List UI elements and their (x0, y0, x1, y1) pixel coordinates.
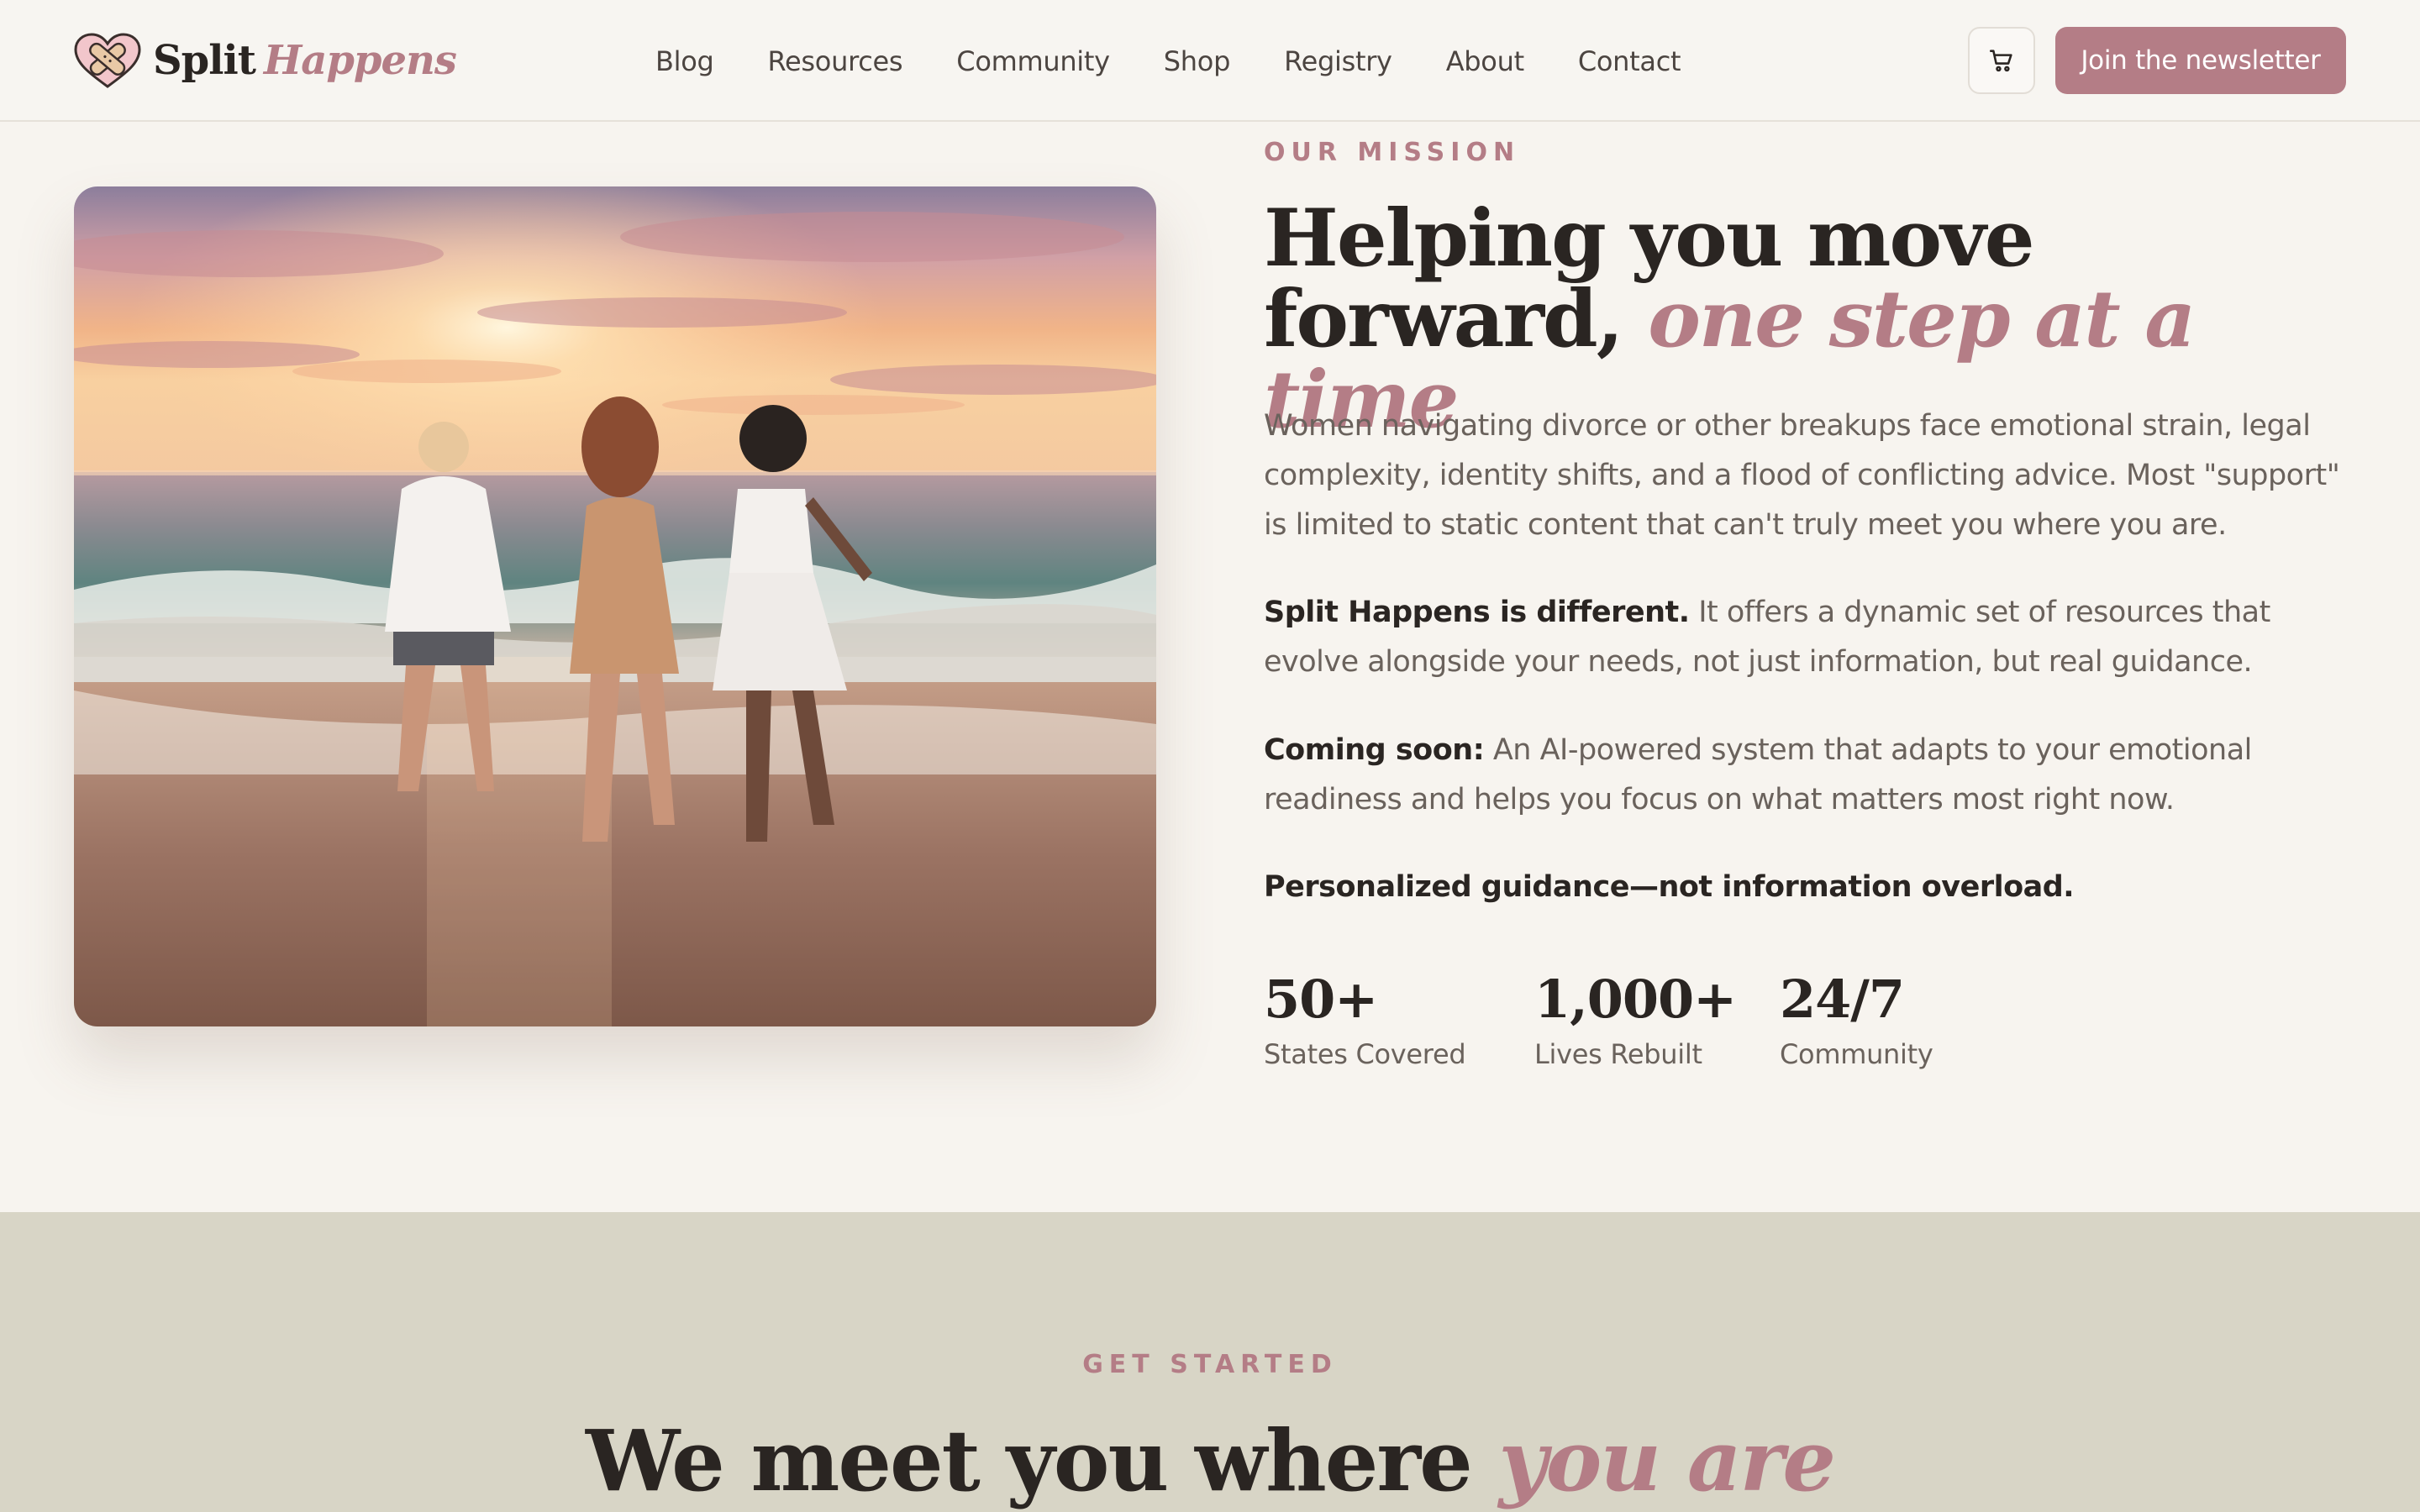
site-header: Split Happens Blog Resources Community Sh… (0, 0, 2420, 122)
stat-label: States Covered (1264, 1038, 1466, 1070)
nav-shop[interactable]: Shop (1164, 45, 1231, 77)
stat-value: 24/7 (1780, 969, 1905, 1030)
get-started-title-text: We meet you where (586, 1411, 1473, 1510)
stat-value: 50+ (1264, 969, 1378, 1030)
get-started-section: GET STARTED We meet you where you are (0, 1212, 2420, 1512)
nav-blog[interactable]: Blog (655, 45, 714, 77)
stat-value: 1,000+ (1534, 969, 1737, 1030)
cart-button[interactable] (1968, 27, 2035, 94)
logo-brand-accent: Happens (263, 37, 457, 84)
mission-paragraph-2: Split Happens is different. It offers a … (1264, 588, 2348, 687)
mission-paragraph-1: Women navigating divorce or other breaku… (1264, 409, 2340, 542)
stat-states: 50+ States Covered (1264, 969, 1466, 1071)
get-started-title: We meet you where you are (0, 1410, 2420, 1511)
logo-brand: Split (153, 37, 256, 84)
nav-resources[interactable]: Resources (768, 45, 903, 77)
stat-lives: 1,000+ Lives Rebuilt (1534, 969, 1737, 1071)
mission-eyebrow: OUR MISSION (1264, 138, 1521, 167)
get-started-title-accent: you are (1498, 1411, 1836, 1510)
nav-contact[interactable]: Contact (1578, 45, 1681, 77)
heart-bandage-icon (74, 33, 141, 88)
stat-label: Community (1780, 1038, 1933, 1070)
get-started-eyebrow: GET STARTED (1082, 1350, 1338, 1379)
logo-text: Split Happens (153, 37, 457, 84)
nav-about[interactable]: About (1446, 45, 1524, 77)
stat-label: Lives Rebuilt (1534, 1038, 1702, 1070)
paragraph-2-bold: Split Happens is different. (1264, 596, 1690, 629)
logo[interactable]: Split Happens (72, 30, 457, 91)
nav-community[interactable]: Community (956, 45, 1110, 77)
mission-paragraph-3: Coming soon: An AI-powered system that a… (1264, 726, 2348, 825)
join-newsletter-button[interactable]: Join the newsletter (2055, 27, 2346, 94)
paragraph-3-bold: Coming soon: (1264, 733, 1485, 767)
beach-sunset-photo (74, 186, 1156, 1026)
cart-icon (1989, 50, 2012, 72)
nav-registry[interactable]: Registry (1284, 45, 1392, 77)
stat-community: 24/7 Community (1780, 969, 1933, 1071)
main-nav: Blog Resources Community Shop Registry A… (655, 0, 1681, 122)
hero-image (74, 186, 1156, 1026)
mission-tagline: Personalized guidance—not information ov… (1264, 870, 2075, 904)
